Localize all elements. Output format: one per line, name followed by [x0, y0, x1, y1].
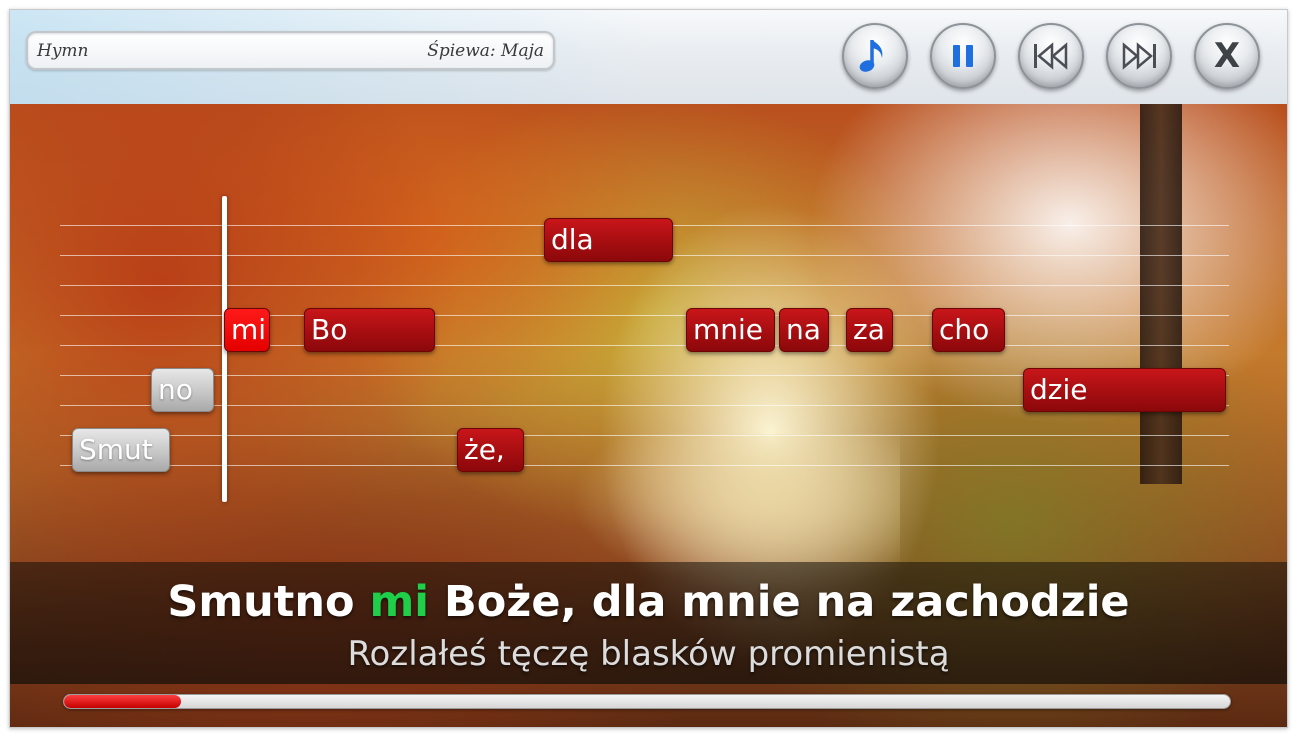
- pause-button[interactable]: [930, 23, 996, 89]
- next-lyric-line: Rozlałeś tęczę blasków promienistą: [347, 634, 950, 674]
- lyrics-stage: dla mi Bo mnie na za cho no dzie Smut że…: [10, 104, 1287, 727]
- progress-bar[interactable]: [63, 694, 1231, 709]
- staff-line: [60, 285, 1229, 286]
- note-za: za: [846, 308, 893, 352]
- note-no: no: [151, 368, 214, 412]
- note-na: na: [779, 308, 829, 352]
- note-mi: mi: [224, 308, 270, 352]
- note-cho: cho: [932, 308, 1005, 352]
- note-smut: Smut: [72, 428, 170, 472]
- close-button[interactable]: X: [1194, 23, 1260, 89]
- skip-forward-icon: [1122, 42, 1156, 70]
- background-tree-trunk: [1140, 104, 1182, 484]
- singer-label: Śpiewa: Maja: [427, 41, 544, 61]
- lyric-sung-part: Smutno: [167, 577, 370, 627]
- music-note-icon: [859, 40, 883, 72]
- skip-back-icon: [1034, 42, 1068, 70]
- next-button[interactable]: [1106, 23, 1172, 89]
- progress-fill: [64, 695, 181, 708]
- staff-line: [60, 465, 1229, 466]
- song-title: Hymn: [37, 41, 89, 61]
- pause-icon: [953, 45, 973, 67]
- note-dzie: dzie: [1023, 368, 1226, 412]
- karaoke-window: Hymn Śpiewa: Maja X dla mi Bo mnie na za…: [9, 9, 1288, 728]
- header-bar: Hymn Śpiewa: Maja X: [10, 10, 1287, 104]
- note-ze: że,: [457, 428, 524, 472]
- previous-button[interactable]: [1018, 23, 1084, 89]
- note-bo: Bo: [304, 308, 435, 352]
- lyric-upcoming-part: Boże, dla mnie na zachodzie: [429, 577, 1130, 627]
- close-icon: X: [1213, 36, 1241, 76]
- note-mnie: mnie: [686, 308, 775, 352]
- music-note-button[interactable]: [842, 23, 908, 89]
- song-info-box: Hymn Śpiewa: Maja: [26, 31, 555, 70]
- staff-line: [60, 435, 1229, 436]
- note-dla: dla: [544, 218, 673, 262]
- current-lyric-line: Smutno mi Boże, dla mnie na zachodzie: [10, 577, 1287, 627]
- lyric-highlight-syllable: mi: [369, 577, 430, 627]
- lyrics-band: Smutno mi Boże, dla mnie na zachodzie Ro…: [10, 562, 1287, 684]
